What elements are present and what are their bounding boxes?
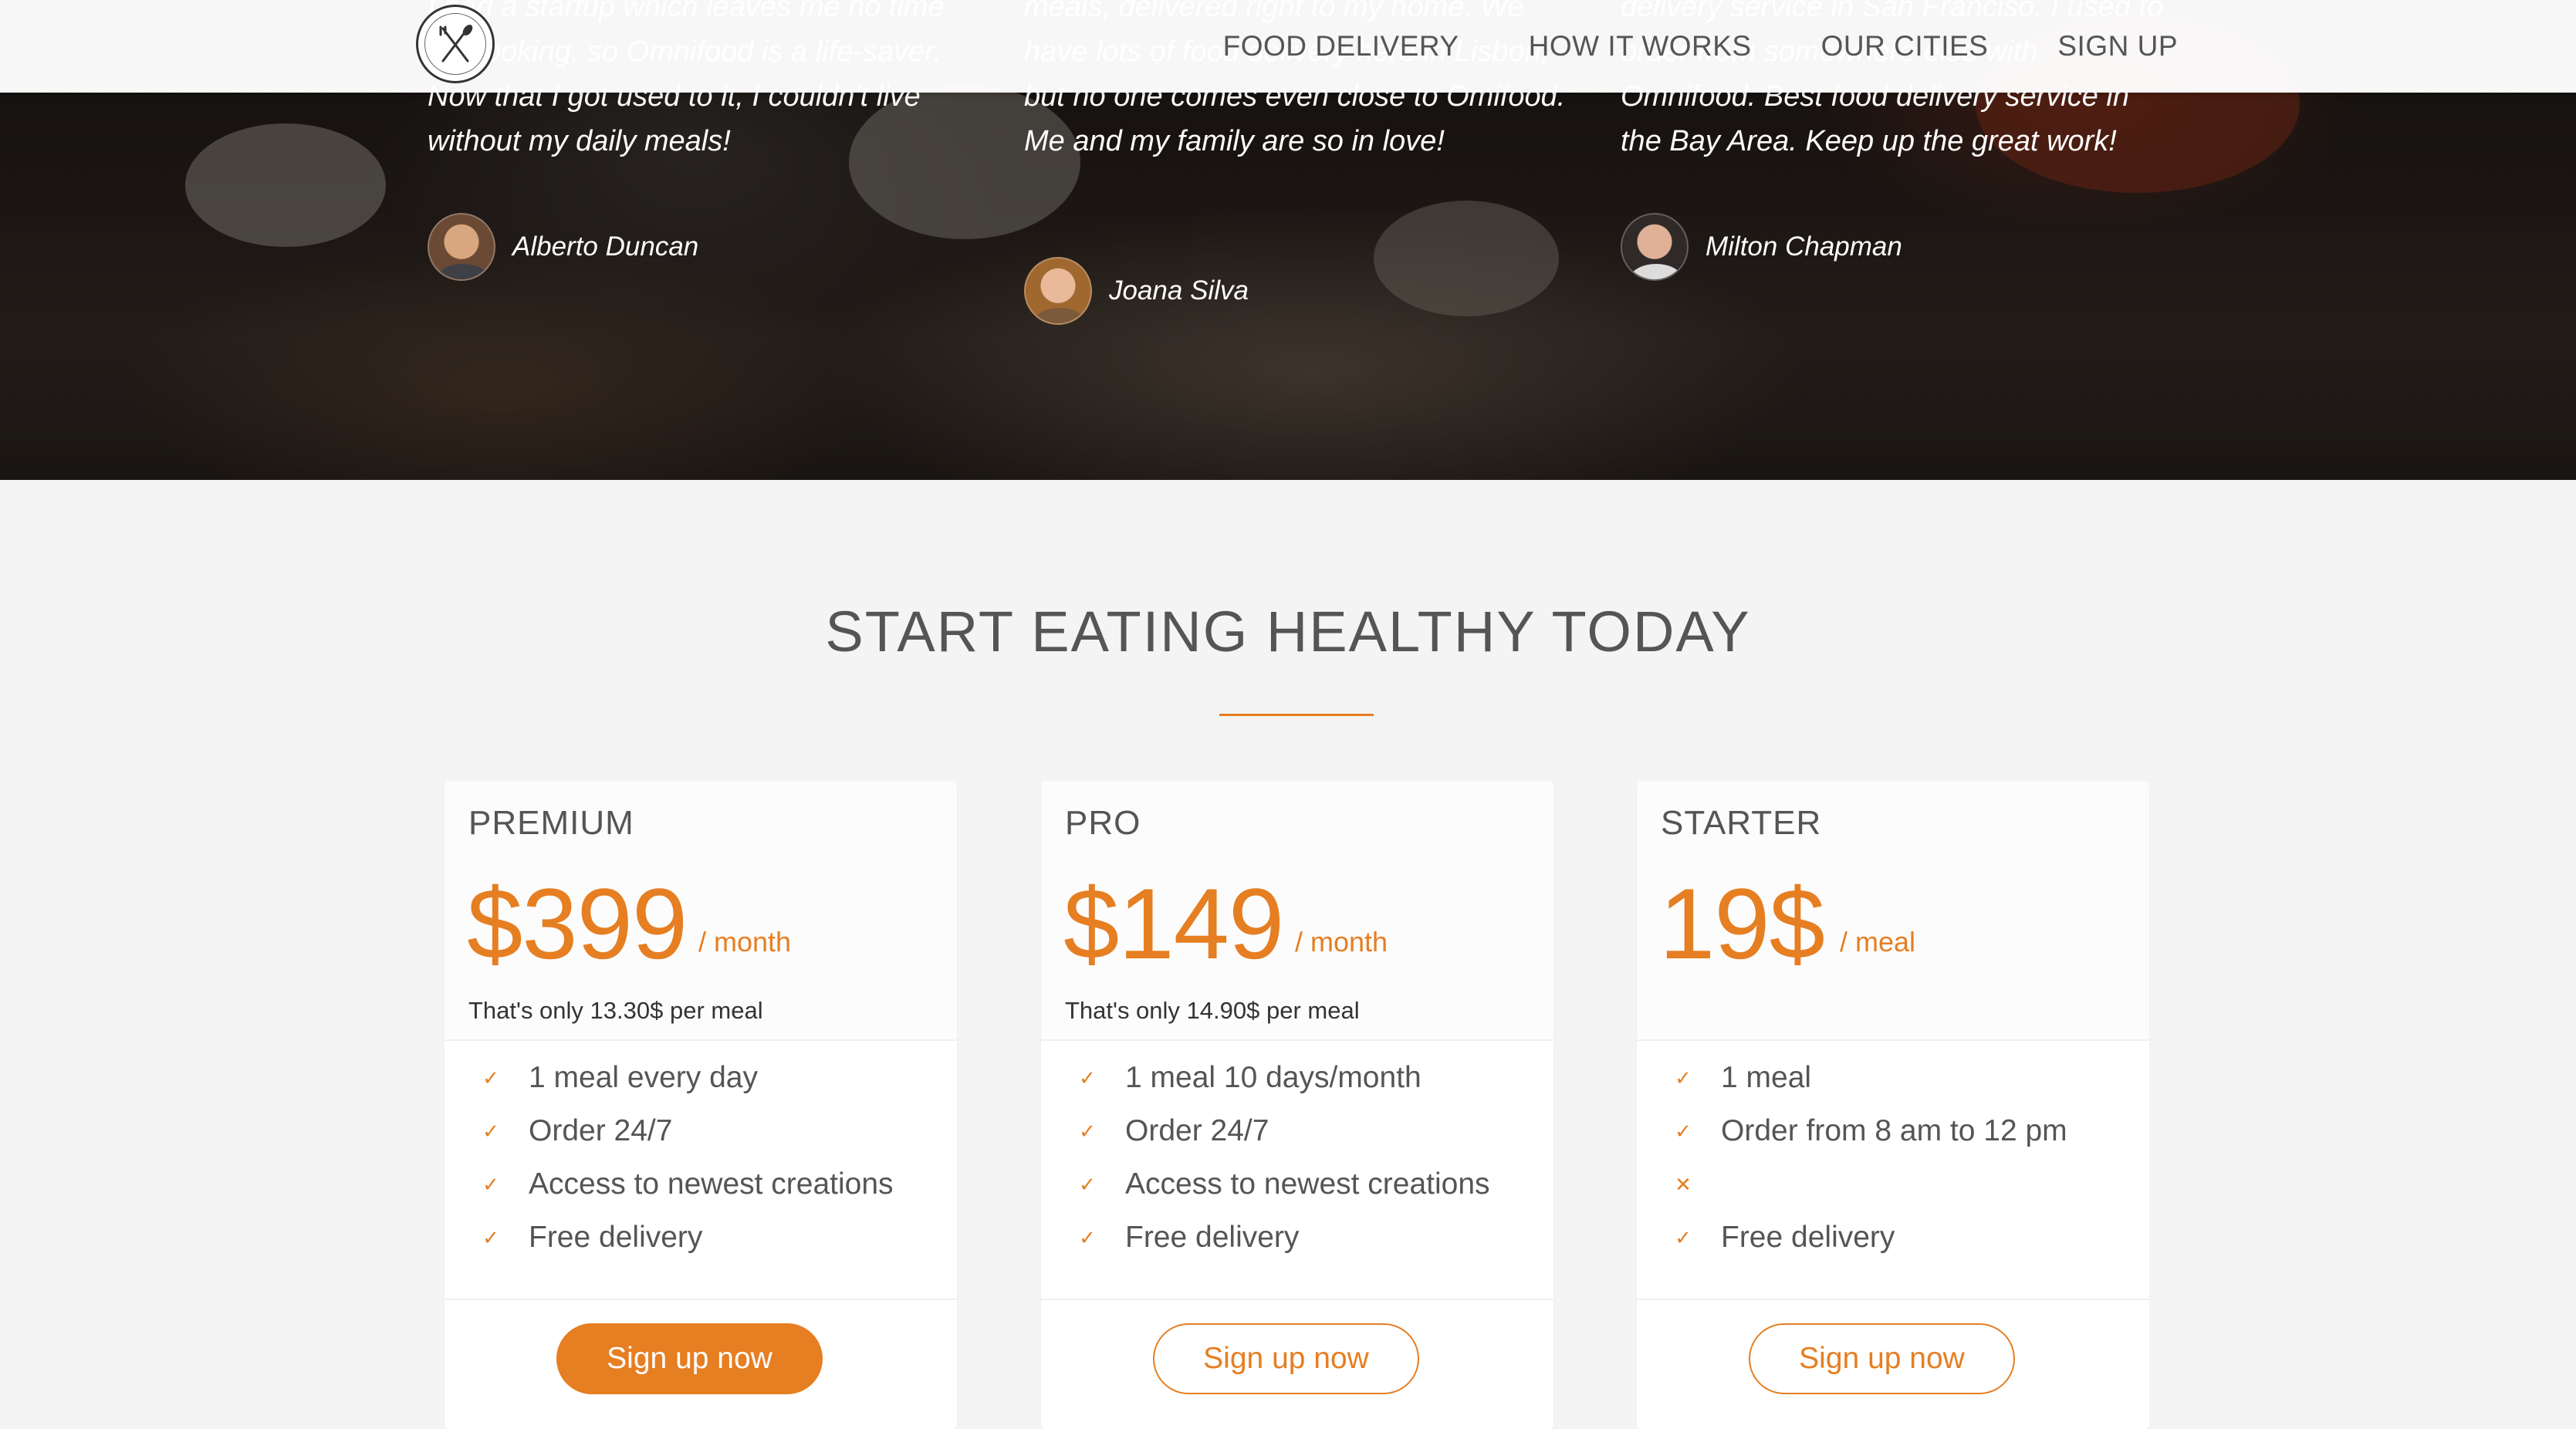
main-nav: FOOD DELIVERY HOW IT WORKS OUR CITIES SI… xyxy=(0,0,2576,93)
list-item: ✓ Order 24/7 xyxy=(445,1108,957,1154)
section-title: START EATING HEALTHY TODAY xyxy=(825,600,1751,664)
background-mushroom xyxy=(1374,201,1559,316)
nav-how-it-works[interactable]: HOW IT WORKS xyxy=(1529,30,1752,62)
author-name: Joana Silva xyxy=(1109,275,1249,306)
list-item: ✓ Access to newest creations xyxy=(445,1161,957,1208)
feature-text: Free delivery xyxy=(529,1221,703,1254)
feature-text: 1 meal every day xyxy=(529,1061,758,1094)
list-item: ✓ Free delivery xyxy=(1041,1214,1553,1261)
sign-up-button[interactable]: Sign up now xyxy=(1153,1323,1419,1394)
feature-text: Access to newest creations xyxy=(1125,1167,1490,1201)
avatar xyxy=(428,213,495,281)
list-item: ✓ Order 24/7 xyxy=(1041,1108,1553,1154)
checkmark-icon: ✓ xyxy=(1675,1066,1692,1089)
plan-features: ✓ 1 meal every day ✓ Order 24/7 ✓ Access… xyxy=(445,1041,957,1300)
plan-header: PREMIUM $399 / month That's only 13.30$ … xyxy=(445,781,957,1041)
author-name: Milton Chapman xyxy=(1706,231,1902,262)
nav-our-cities[interactable]: OUR CITIES xyxy=(1821,30,1989,62)
fork-knife-logo-icon[interactable] xyxy=(416,5,495,83)
feature-text: Order 24/7 xyxy=(1125,1114,1269,1147)
avatar xyxy=(1621,213,1689,281)
checkmark-icon: ✓ xyxy=(1079,1119,1096,1143)
checkmark-icon: ✓ xyxy=(1079,1066,1096,1089)
plan-period: / meal xyxy=(1840,926,1916,958)
checkmark-icon: ✓ xyxy=(482,1172,499,1196)
list-item: ✓ Access to newest creations xyxy=(1041,1161,1553,1208)
feature-text: Order 24/7 xyxy=(529,1114,673,1147)
sign-up-button[interactable]: Sign up now xyxy=(556,1323,823,1394)
plan-card-pro: PRO $149 / month That's only 14.90$ per … xyxy=(1041,781,1553,1429)
testimonial-author-2: Joana Silva xyxy=(1024,257,1249,325)
list-item: ✓ Free delivery xyxy=(1637,1214,2149,1261)
checkmark-icon: ✓ xyxy=(1675,1119,1692,1143)
checkmark-icon: ✓ xyxy=(1079,1172,1096,1196)
feature-text: Access to newest creations xyxy=(529,1167,894,1201)
feature-text: 1 meal 10 days/month xyxy=(1125,1061,1422,1094)
background-mushroom xyxy=(185,123,386,247)
plan-name: PREMIUM xyxy=(468,804,634,842)
nav-links: FOOD DELIVERY HOW IT WORKS OUR CITIES SI… xyxy=(1154,0,2178,93)
plan-footer: Sign up now xyxy=(1041,1300,1553,1427)
nav-sign-up[interactable]: SIGN UP xyxy=(2057,30,2178,62)
feature-text: Free delivery xyxy=(1721,1221,1895,1254)
plan-period: / month xyxy=(698,926,792,958)
plan-period: / month xyxy=(1295,926,1388,958)
feature-text: Order from 8 am to 12 pm xyxy=(1721,1114,2067,1147)
list-item: ✓ 1 meal 10 days/month xyxy=(1041,1055,1553,1101)
nav-food-delivery[interactable]: FOOD DELIVERY xyxy=(1223,30,1459,62)
plan-note: That's only 13.30$ per meal xyxy=(468,997,763,1024)
plan-note: That's only 14.90$ per meal xyxy=(1065,997,1360,1024)
plan-price: 19$ xyxy=(1659,867,1825,980)
testimonial-author-1: Alberto Duncan xyxy=(428,213,698,281)
testimonial-author-3: Milton Chapman xyxy=(1621,213,1902,281)
plan-card-premium: PREMIUM $399 / month That's only 13.30$ … xyxy=(445,781,957,1429)
sign-up-button[interactable]: Sign up now xyxy=(1749,1323,2015,1394)
checkmark-icon: ✓ xyxy=(1675,1225,1692,1249)
checkmark-icon: ✓ xyxy=(482,1225,499,1249)
list-item: ✓ 1 meal every day xyxy=(445,1055,957,1101)
plan-price: $399 xyxy=(467,867,688,980)
avatar xyxy=(1024,257,1092,325)
plan-price: $149 xyxy=(1063,867,1284,980)
title-divider xyxy=(1219,714,1374,716)
list-item: ✓ Free delivery xyxy=(445,1214,957,1261)
plan-name: STARTER xyxy=(1661,804,1822,842)
plan-footer: Sign up now xyxy=(445,1300,957,1427)
plan-features: ✓ 1 meal ✓ Order from 8 am to 12 pm ✕ ✓ … xyxy=(1637,1041,2149,1300)
author-name: Alberto Duncan xyxy=(512,231,699,262)
plan-header: PRO $149 / month That's only 14.90$ per … xyxy=(1041,781,1553,1041)
feature-text: Free delivery xyxy=(1125,1221,1300,1254)
plan-header: STARTER 19$ / meal xyxy=(1637,781,2149,1041)
plan-name: PRO xyxy=(1065,804,1141,842)
list-item: ✕ xyxy=(1637,1161,2149,1208)
close-icon: ✕ xyxy=(1675,1172,1692,1196)
plan-card-starter: STARTER 19$ / meal ✓ 1 meal ✓ Order from… xyxy=(1637,781,2149,1429)
plan-footer: Sign up now xyxy=(1637,1300,2149,1427)
checkmark-icon: ✓ xyxy=(1079,1225,1096,1249)
list-item: ✓ Order from 8 am to 12 pm xyxy=(1637,1108,2149,1154)
checkmark-icon: ✓ xyxy=(482,1119,499,1143)
feature-text: 1 meal xyxy=(1721,1061,1812,1094)
list-item: ✓ 1 meal xyxy=(1637,1055,2149,1101)
checkmark-icon: ✓ xyxy=(482,1066,499,1089)
plan-features: ✓ 1 meal 10 days/month ✓ Order 24/7 ✓ Ac… xyxy=(1041,1041,1553,1300)
